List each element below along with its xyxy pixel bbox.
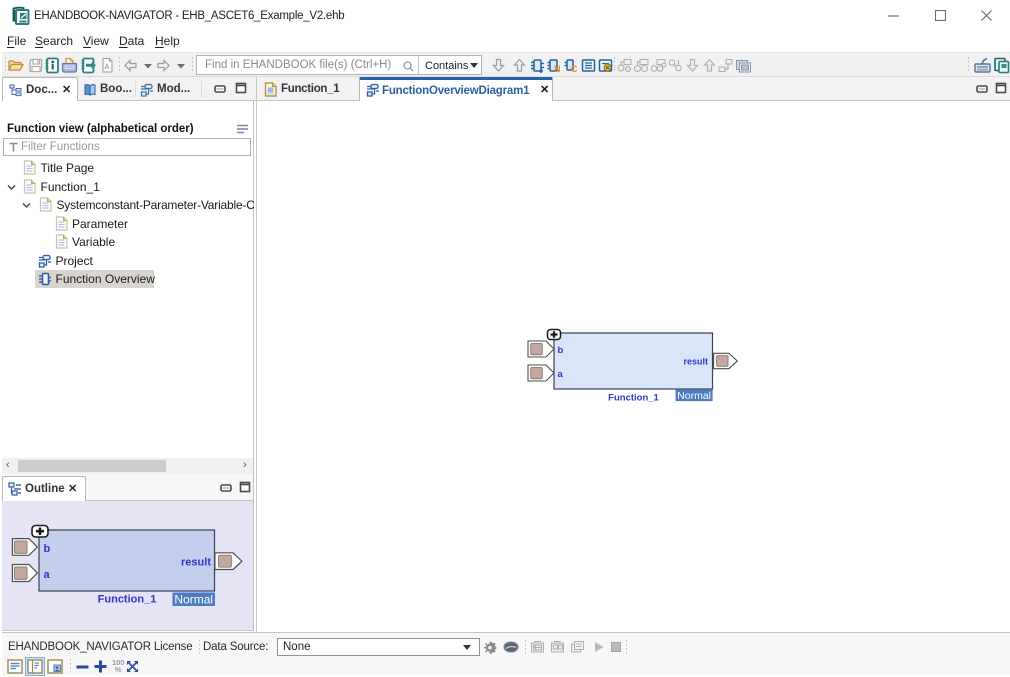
svg-text:A: A — [105, 64, 110, 71]
svg-text:Normal: Normal — [174, 593, 213, 607]
svg-text:N: N — [554, 64, 561, 74]
svg-text:result: result — [683, 357, 708, 367]
svg-text:C: C — [571, 64, 578, 74]
svg-text:a: a — [558, 369, 564, 380]
svg-text:result: result — [181, 557, 211, 569]
svg-text:Function_1: Function_1 — [98, 594, 157, 606]
svg-text:Normal: Normal — [677, 390, 711, 402]
svg-text:a: a — [44, 569, 51, 581]
svg-text:Function_1: Function_1 — [608, 393, 659, 404]
svg-text:b: b — [558, 345, 564, 356]
svg-text:b: b — [44, 543, 51, 555]
